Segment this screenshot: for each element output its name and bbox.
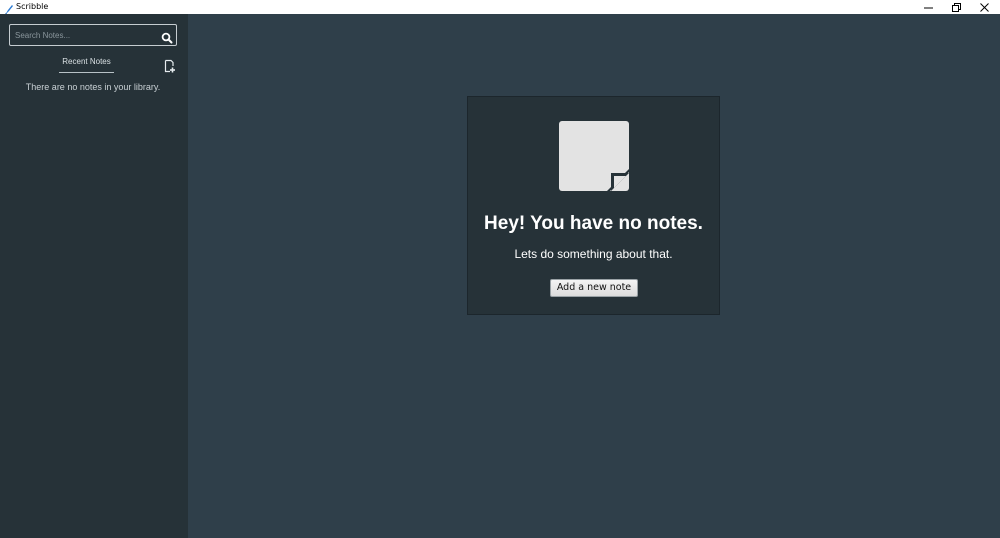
note-icon [559,121,629,191]
new-note-icon[interactable] [164,58,176,73]
empty-library-message: There are no notes in your library. [25,82,161,92]
minimize-icon [923,7,933,8]
empty-state-heading: Hey! You have no notes. [484,213,703,234]
empty-state-card: Hey! You have no notes. Lets do somethin… [467,96,720,315]
restore-icon [951,2,961,12]
close-icon [979,2,989,12]
main-content: Hey! You have no notes. Lets do somethin… [188,14,1000,538]
search-box [9,24,177,46]
search-input[interactable] [15,25,153,45]
close-button[interactable] [970,0,998,14]
minimize-button[interactable] [914,0,942,14]
window-title: Scribble [16,2,49,11]
app-logo-icon [3,1,14,15]
sidebar: Recent Notes There are no notes in your … [0,14,188,538]
search-icon[interactable] [161,29,173,44]
restore-button[interactable] [942,0,970,14]
title-bar: Scribble [0,0,1000,15]
add-note-button[interactable]: Add a new note [550,279,638,297]
empty-state-subheading: Lets do something about that. [514,247,673,261]
tab-recent-notes[interactable]: Recent Notes [59,56,114,73]
